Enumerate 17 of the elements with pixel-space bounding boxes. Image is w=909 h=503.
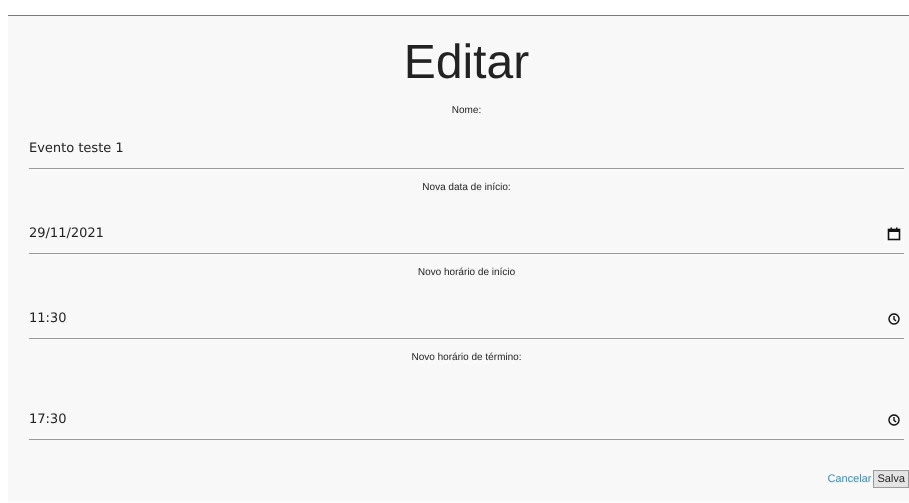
clock-icon[interactable] (887, 312, 901, 326)
field-value: 29/11/2021 (29, 226, 105, 241)
field-value: Evento teste 1 (29, 141, 125, 156)
date-field[interactable]: 29/11/2021 (29, 219, 904, 254)
time-field[interactable]: 11:30 (29, 304, 904, 339)
input-field[interactable]: Evento teste 1 (29, 134, 904, 169)
field-label: Novo horário de término: (411, 351, 522, 365)
save-button[interactable]: Salva (873, 470, 909, 488)
field-value: 17:30 (29, 412, 68, 427)
field-label: Novo horário de início (418, 266, 516, 280)
field-label: Nome: (452, 104, 482, 118)
calendar-icon[interactable] (887, 226, 901, 240)
field-value: 11:30 (29, 311, 68, 326)
page-title: Editar (402, 35, 530, 91)
field-label: Nova data de início: (422, 181, 511, 195)
clock-icon[interactable] (887, 412, 901, 426)
time-field[interactable]: 17:30 (29, 405, 904, 440)
